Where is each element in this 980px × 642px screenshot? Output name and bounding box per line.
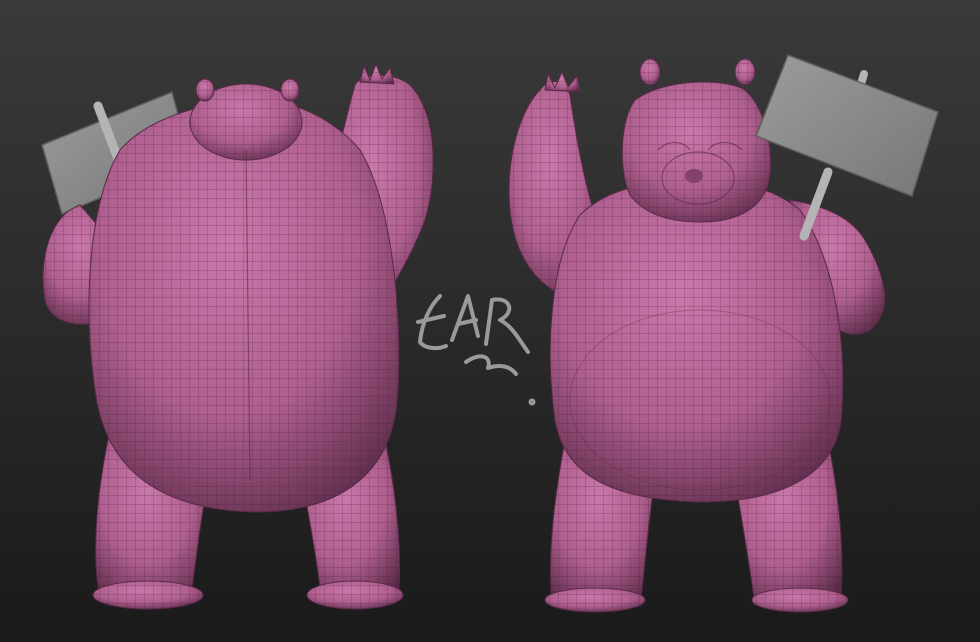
- mesh-wireframe: [752, 588, 848, 612]
- mesh-wireframe: [196, 79, 214, 101]
- mesh-wireframe: [88, 100, 399, 512]
- viewport-canvas[interactable]: [0, 0, 980, 642]
- mesh-wireframe: [281, 79, 299, 101]
- mesh-wireframe: [93, 581, 203, 609]
- mesh-wireframe: [735, 59, 755, 85]
- scene-svg: [0, 0, 980, 642]
- mesh-wireframe: [545, 588, 645, 612]
- mesh-wireframe: [640, 59, 660, 85]
- mesh-wireframe: [307, 581, 403, 609]
